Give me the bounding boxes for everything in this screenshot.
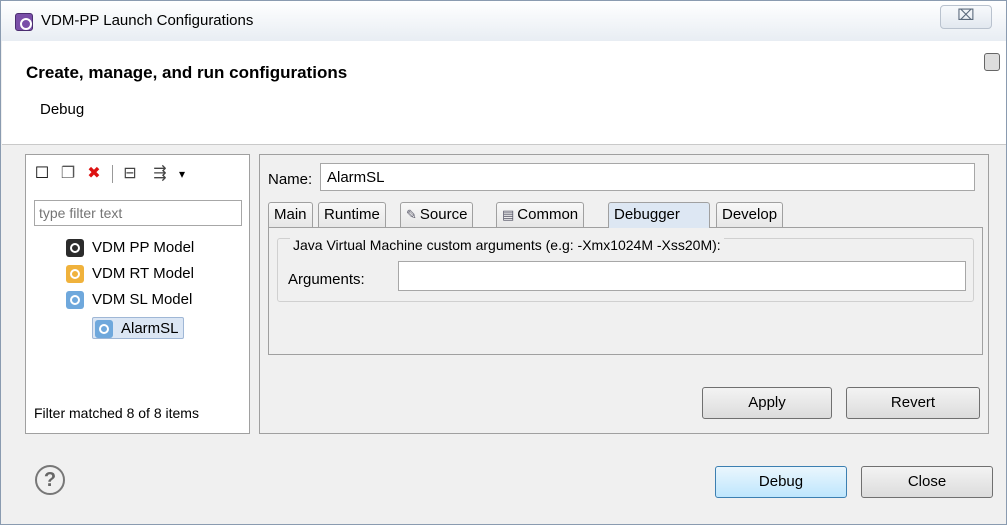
vdm-rt-icon: [66, 265, 84, 283]
window-title: VDM-PP Launch Configurations: [41, 12, 254, 29]
vdm-sl-config-icon: [95, 320, 113, 338]
header-title: Create, manage, and run configurations: [26, 63, 348, 82]
collapse-all-icon[interactable]: ⊟: [120, 164, 140, 184]
tab-debugger[interactable]: Debugger: [608, 202, 710, 228]
tab-label: Main: [274, 206, 307, 223]
debugger-tab-content: Java Virtual Machine custom arguments (e…: [268, 227, 983, 355]
debug-button[interactable]: Debug: [715, 466, 847, 498]
tree-item-label: AlarmSL: [121, 320, 179, 337]
jvm-arguments-group: Java Virtual Machine custom arguments (e…: [277, 237, 974, 302]
app-icon: [15, 13, 33, 31]
vdm-pp-icon: [66, 239, 84, 257]
header-subtitle: Debug: [40, 101, 85, 118]
help-icon[interactable]: ?: [35, 465, 65, 495]
tab-label: Debugger: [614, 206, 680, 223]
name-field[interactable]: [320, 163, 975, 191]
revert-button[interactable]: Revert: [846, 387, 980, 419]
tab-main[interactable]: Main: [268, 202, 313, 228]
config-editor-panel: Name: Main Runtime ✎Source ▤Common Debug…: [259, 154, 989, 434]
arguments-input[interactable]: [398, 261, 966, 291]
tab-develop[interactable]: Develop: [716, 202, 784, 228]
filter-status: Filter matched 8 of 8 items: [34, 405, 199, 421]
launch-configurations-dialog: VDM-PP Launch Configurations ⌧ Create, m…: [0, 0, 1007, 525]
close-button[interactable]: Close: [861, 466, 993, 498]
window-close-button[interactable]: ⌧: [940, 5, 992, 29]
group-label: Java Virtual Machine custom arguments (e…: [290, 237, 724, 253]
vdm-sl-icon: [66, 291, 84, 309]
source-icon: ✎: [406, 207, 417, 222]
tree-item-label: VDM SL Model: [92, 291, 193, 308]
tree-item-alarmsl[interactable]: AlarmSL: [92, 317, 184, 339]
name-label: Name:: [268, 171, 313, 188]
tree-item-vdm-sl-model[interactable]: VDM SL Model: [66, 289, 192, 311]
new-config-icon[interactable]: ☐: [32, 164, 52, 184]
tree-item-vdm-rt-model[interactable]: VDM RT Model: [66, 263, 194, 285]
tab-label: Runtime: [324, 206, 380, 223]
filter-menu-chevron-icon[interactable]: ▾: [172, 164, 192, 184]
tree-item-label: VDM PP Model: [92, 239, 195, 256]
config-tabs: Main Runtime ✎ Source ▤ Common Debugger De…: [268, 202, 983, 228]
delete-icon[interactable]: ✖: [84, 164, 104, 184]
config-toolbar: ☐ ❐ ✖ ⊟ ⇶ ▾: [32, 161, 242, 187]
arguments-label: Arguments:: [288, 271, 365, 288]
dialog-header: Create, manage, and run configurations D…: [2, 41, 1006, 145]
header-banner-icon: [984, 53, 1000, 71]
tab-common[interactable]: ▤ Common: [496, 202, 585, 228]
filter-input[interactable]: [34, 200, 242, 226]
filter-icon[interactable]: ⇶: [150, 164, 170, 184]
tab-label: Source: [419, 206, 468, 223]
tree-item-vdm-pp-model[interactable]: VDM PP Model: [66, 237, 194, 259]
apply-button[interactable]: Apply: [702, 387, 832, 419]
tab-source[interactable]: ✎ Source: [400, 202, 474, 228]
duplicate-icon[interactable]: ❐: [58, 164, 78, 184]
tree-item-label: VDM RT Model: [92, 265, 194, 282]
config-tree-panel: ☐ ❐ ✖ ⊟ ⇶ ▾ VDM PP Model VDM RT Model VD…: [25, 154, 250, 434]
toolbar-separator: [112, 165, 113, 183]
tab-label: Common: [517, 206, 579, 223]
tab-runtime[interactable]: Runtime: [318, 202, 386, 228]
tab-label: Develop: [722, 206, 778, 223]
common-icon: ▤: [502, 207, 515, 222]
title-bar: VDM-PP Launch Configurations ⌧: [1, 1, 1006, 41]
